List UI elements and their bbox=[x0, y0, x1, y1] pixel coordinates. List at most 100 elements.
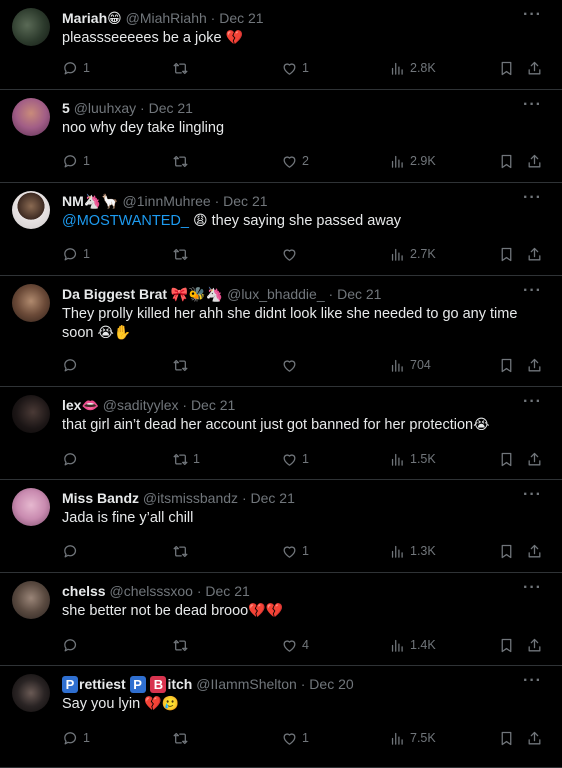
like-button[interactable]: 1 bbox=[281, 728, 309, 748]
display-name[interactable]: Mariah bbox=[62, 10, 107, 26]
views-button[interactable]: 1.5K bbox=[389, 449, 436, 469]
retweet-button[interactable] bbox=[172, 541, 193, 561]
bookmark-button[interactable] bbox=[498, 541, 515, 561]
handle[interactable]: @sadityylex bbox=[103, 397, 179, 413]
reply-button[interactable] bbox=[62, 635, 83, 655]
retweet-button[interactable] bbox=[172, 635, 193, 655]
tweet[interactable]: Mariah😁 @MiahRiahh · Dec 21 ··· pleassse… bbox=[0, 0, 562, 90]
views-button[interactable]: 2.7K bbox=[389, 244, 436, 264]
reply-button[interactable] bbox=[62, 449, 83, 469]
tweet-text: Jada is fine y’all chill bbox=[62, 509, 526, 528]
more-icon[interactable]: ··· bbox=[523, 672, 542, 690]
like-button[interactable]: 4 bbox=[281, 635, 309, 655]
retweet-button[interactable]: 1 bbox=[172, 449, 200, 469]
avatar[interactable] bbox=[12, 581, 50, 619]
display-name[interactable]: chelss bbox=[62, 583, 106, 599]
bookmark-button[interactable] bbox=[498, 58, 515, 78]
display-name[interactable]: Da Biggest Brat bbox=[62, 286, 167, 302]
like-button[interactable]: 1 bbox=[281, 541, 309, 561]
view-count: 7.5K bbox=[410, 731, 436, 745]
avatar[interactable] bbox=[12, 191, 50, 229]
share-button[interactable] bbox=[526, 728, 543, 748]
avatar[interactable] bbox=[12, 395, 50, 433]
share-button[interactable] bbox=[526, 58, 543, 78]
tweet-date[interactable]: Dec 21 bbox=[223, 193, 267, 209]
views-button[interactable]: 2.9K bbox=[389, 151, 436, 171]
views-button[interactable]: 7.5K bbox=[389, 728, 436, 748]
tweet[interactable]: Prettiest P Bitch @IIammShelton · Dec 20… bbox=[0, 666, 562, 768]
tweet-date[interactable]: Dec 21 bbox=[337, 286, 381, 302]
more-icon[interactable]: ··· bbox=[523, 282, 542, 300]
more-icon[interactable]: ··· bbox=[523, 579, 542, 597]
like-button[interactable]: 2 bbox=[281, 151, 309, 171]
tweet[interactable]: lex👄 @sadityylex · Dec 21 ··· that girl … bbox=[0, 387, 562, 480]
share-button[interactable] bbox=[526, 635, 543, 655]
bookmark-button[interactable] bbox=[498, 635, 515, 655]
handle[interactable]: @lux_bhaddie_ bbox=[227, 286, 325, 302]
more-icon[interactable]: ··· bbox=[523, 96, 542, 114]
tweet[interactable]: Miss Bandz @itsmissbandz · Dec 21 ··· Ja… bbox=[0, 480, 562, 573]
avatar[interactable] bbox=[12, 674, 50, 712]
display-name[interactable]: 5 bbox=[62, 100, 70, 116]
handle[interactable]: @itsmissbandz bbox=[143, 490, 238, 506]
bookmark-button[interactable] bbox=[498, 151, 515, 171]
display-name[interactable]: Miss Bandz bbox=[62, 490, 139, 506]
bookmark-button[interactable] bbox=[498, 449, 515, 469]
handle[interactable]: @IIammShelton bbox=[196, 676, 297, 692]
tweet-date[interactable]: Dec 21 bbox=[205, 583, 249, 599]
reply-button[interactable]: 1 bbox=[62, 728, 90, 748]
more-icon[interactable]: ··· bbox=[523, 393, 542, 411]
handle[interactable]: @1innMuhree bbox=[123, 193, 211, 209]
handle[interactable]: @MiahRiahh bbox=[126, 10, 207, 26]
reply-button[interactable]: 1 bbox=[62, 244, 90, 264]
like-button[interactable] bbox=[281, 355, 302, 375]
display-name[interactable]: lex bbox=[62, 397, 81, 413]
display-name[interactable]: Prettiest P Bitch bbox=[62, 676, 192, 693]
avatar[interactable] bbox=[12, 98, 50, 136]
more-icon[interactable]: ··· bbox=[523, 6, 542, 24]
reply-button[interactable] bbox=[62, 355, 83, 375]
share-button[interactable] bbox=[526, 449, 543, 469]
handle[interactable]: @luuhxay bbox=[74, 100, 136, 116]
share-button[interactable] bbox=[526, 244, 543, 264]
tweet-date[interactable]: Dec 21 bbox=[219, 10, 263, 26]
like-button[interactable]: 1 bbox=[281, 58, 309, 78]
more-icon[interactable]: ··· bbox=[523, 189, 542, 207]
reply-button[interactable]: 1 bbox=[62, 58, 90, 78]
share-button[interactable] bbox=[526, 541, 543, 561]
mention-link[interactable]: @MOSTWANTED_ bbox=[62, 213, 189, 229]
tweet[interactable]: 5 @luuhxay · Dec 21 ··· noo why dey take… bbox=[0, 90, 562, 183]
like-button[interactable] bbox=[281, 244, 302, 264]
views-button[interactable]: 1.3K bbox=[389, 541, 436, 561]
bookmark-button[interactable] bbox=[498, 244, 515, 264]
handle[interactable]: @chelsssxoo bbox=[109, 583, 192, 599]
reply-button[interactable]: 1 bbox=[62, 151, 90, 171]
tweet[interactable]: NM🦄🦙 @1innMuhree · Dec 21 ··· @MOSTWANTE… bbox=[0, 183, 562, 276]
retweet-button[interactable] bbox=[172, 244, 193, 264]
tweet[interactable]: chelss @chelsssxoo · Dec 21 ··· she bett… bbox=[0, 573, 562, 666]
tweet[interactable]: Da Biggest Brat 🎀🐝🦄 @lux_bhaddie_ · Dec … bbox=[0, 276, 562, 387]
tweet-date[interactable]: Dec 20 bbox=[309, 676, 353, 692]
tweet-date[interactable]: Dec 21 bbox=[251, 490, 295, 506]
views-button[interactable]: 704 bbox=[389, 355, 431, 375]
like-button[interactable]: 1 bbox=[281, 449, 309, 469]
retweet-button[interactable] bbox=[172, 58, 193, 78]
tweet-date[interactable]: Dec 21 bbox=[191, 397, 235, 413]
like-icon bbox=[281, 60, 298, 77]
display-name[interactable]: NM bbox=[62, 193, 84, 209]
retweet-button[interactable] bbox=[172, 728, 193, 748]
avatar[interactable] bbox=[12, 8, 50, 46]
retweet-button[interactable] bbox=[172, 151, 193, 171]
views-button[interactable]: 2.8K bbox=[389, 58, 436, 78]
views-button[interactable]: 1.4K bbox=[389, 635, 436, 655]
avatar[interactable] bbox=[12, 284, 50, 322]
avatar[interactable] bbox=[12, 488, 50, 526]
reply-button[interactable] bbox=[62, 541, 83, 561]
share-button[interactable] bbox=[526, 151, 543, 171]
share-button[interactable] bbox=[526, 355, 543, 375]
retweet-button[interactable] bbox=[172, 355, 193, 375]
tweet-date[interactable]: Dec 21 bbox=[149, 100, 193, 116]
bookmark-button[interactable] bbox=[498, 728, 515, 748]
more-icon[interactable]: ··· bbox=[523, 486, 542, 504]
bookmark-button[interactable] bbox=[498, 355, 515, 375]
